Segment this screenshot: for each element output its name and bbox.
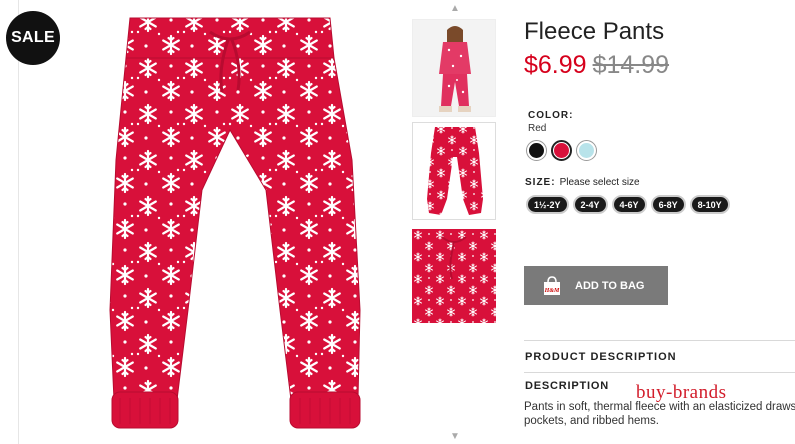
watermark: buy-brands — [636, 382, 727, 403]
sale-price: $6.99 — [524, 51, 587, 79]
size-option-2-4y[interactable]: 2-4Y — [572, 195, 608, 214]
size-option-4-6y[interactable]: 4-6Y — [611, 195, 647, 214]
swatch-red[interactable] — [551, 140, 572, 161]
product-description-heading[interactable]: PRODUCT DESCRIPTION — [525, 351, 677, 363]
chevron-down-icon[interactable]: ▼ — [448, 432, 462, 442]
size-options: 1½-2Y 2-4Y 4-6Y 6-8Y 8-10Y — [526, 195, 730, 214]
description-subheading: DESCRIPTION — [525, 380, 609, 392]
product-title: Fleece Pants — [524, 18, 665, 45]
shopping-bag-icon: H&M — [543, 275, 561, 296]
swatch-black[interactable] — [526, 140, 547, 161]
left-divider — [18, 0, 19, 444]
selected-color: Red — [528, 123, 547, 134]
thumbnail-pants[interactable] — [412, 122, 496, 220]
description-line-2: pockets, and ribbed hems. — [524, 415, 659, 427]
size-label: SIZE: — [525, 177, 556, 188]
price-row: $6.99 $14.99 — [524, 51, 669, 80]
product-main-image[interactable] — [90, 10, 370, 435]
size-hint: Please select size — [559, 177, 640, 188]
color-label: COLOR: — [528, 110, 574, 121]
size-option-6-8y[interactable]: 6-8Y — [650, 195, 686, 214]
thumbnail-model[interactable] — [412, 19, 496, 117]
section-divider-top — [524, 340, 795, 341]
add-to-bag-label: ADD TO BAG — [575, 279, 645, 292]
description-text: Pants in soft, thermal fleece with an el… — [524, 400, 795, 428]
bag-logo-text: H&M — [544, 288, 560, 294]
thumbnail-pants-image — [427, 127, 483, 215]
original-price: $14.99 — [592, 51, 670, 79]
thumbnail-detail[interactable] — [412, 229, 496, 323]
section-divider-mid — [524, 372, 795, 373]
add-to-bag-button[interactable]: H&M ADD TO BAG — [524, 266, 668, 305]
sale-badge: SALE — [6, 11, 60, 65]
chevron-up-icon[interactable]: ▲ — [448, 4, 462, 14]
size-label-row: SIZE: Please select size — [525, 177, 640, 188]
thumbnail-model-image — [413, 20, 495, 116]
size-option-8-10y[interactable]: 8-10Y — [689, 195, 730, 214]
thumbnail-detail-image — [412, 229, 496, 323]
swatch-light-blue[interactable] — [576, 140, 597, 161]
color-swatches — [526, 140, 597, 161]
size-option-1-5-2y[interactable]: 1½-2Y — [526, 195, 569, 214]
